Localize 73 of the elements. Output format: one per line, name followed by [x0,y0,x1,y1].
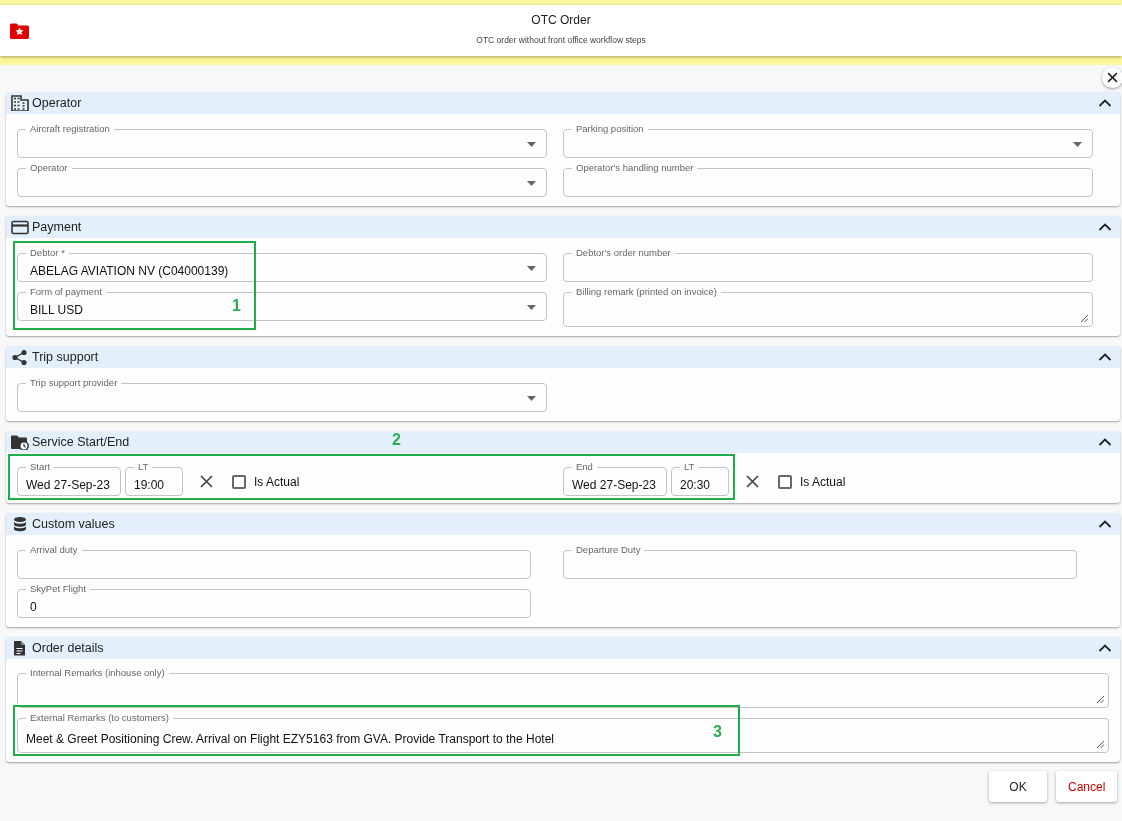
field-label: End [572,461,597,473]
field-label: Departure Duty [572,544,645,556]
field-label: LT [680,461,699,473]
field-label: Billing remark (printed on invoice) [572,286,721,298]
chevron-icon[interactable] [1098,519,1112,529]
caret-icon [527,305,536,310]
section-header[interactable]: Operator [6,92,1120,114]
close-icon [1107,72,1118,83]
field-value: Wed 27-Sep-23 [572,476,656,492]
field-label: Arrival duty [26,544,82,556]
chevron-icon[interactable] [1098,437,1112,447]
close-button[interactable] [1102,67,1122,88]
resize-grip-icon [1080,314,1088,322]
caret-icon [527,142,536,147]
ok-button[interactable]: OK [989,771,1047,802]
checkbox[interactable] [232,474,246,489]
field-label: Operator [26,162,72,174]
folder-clock-icon [11,434,29,450]
section-title: Order details [32,641,104,655]
field-value: 20:30 [680,476,711,492]
caret-icon [527,181,536,186]
share-icon [11,349,29,365]
building-icon [11,95,29,111]
field-label: Debtor * [26,247,69,259]
cancel-button[interactable]: Cancel [1056,771,1117,802]
resize-grip-icon [1096,740,1104,748]
clear-icon[interactable] [746,475,759,488]
field-label: LT [134,461,153,473]
field-label: Parking position [572,123,648,135]
field-label: Form of payment [26,286,106,298]
annotation-number: 3 [713,723,722,741]
annotation-number: 2 [392,431,401,449]
checkbox-label: Is Actual [254,474,300,489]
section-title: Payment [32,220,82,234]
chevron-icon[interactable] [1098,352,1112,362]
chevron-icon[interactable] [1098,98,1112,108]
field-value: ABELAG AVIATION NV (C04000139) [29,262,229,278]
chevron-icon[interactable] [1098,643,1112,653]
field-label: Trip support provider [26,377,122,389]
credit-card-icon [11,219,29,235]
field-value: 19:00 [134,476,165,492]
field-value: Wed 27-Sep-23 [26,476,110,492]
clear-icon[interactable] [200,475,213,488]
field-label: Operator's handling number [572,162,698,174]
field-value: 0 [29,598,37,614]
annotation-number: 1 [232,297,241,315]
field-label: Start [26,461,55,473]
field-value: BILL USD [29,301,83,317]
checkbox[interactable] [778,474,792,489]
field-label: External Remarks (to customers) [26,712,173,724]
section-title: Trip support [32,350,99,364]
dialog-subtitle: OTC order without front office workflow steps [476,35,646,45]
section-title: Service Start/End [32,435,130,449]
caret-icon [527,396,536,401]
section-header[interactable]: Custom values [6,513,1120,535]
caret-icon [527,266,536,271]
field-value: Meet & Greet Positioning Crew. Arrival on Flight EZY5163 from GVA. Provide Transport to the Hotel [26,730,554,746]
field-label: SkyPet Flight [26,583,90,595]
section-title: Operator [32,96,82,110]
field-label: Debtor's order number [572,247,675,259]
chevron-icon[interactable] [1098,222,1112,232]
section-header[interactable]: Trip support [6,346,1120,368]
database-icon [11,516,29,532]
section-header[interactable]: Order details [6,637,1120,659]
folder-star-icon [10,22,29,39]
dialog-title: OTC Order [531,13,591,27]
field-label: Aircraft registration [26,123,114,135]
section-title: Custom values [32,517,115,531]
section-header[interactable]: Payment [6,216,1120,238]
caret-icon [1073,142,1082,147]
field-label: Internal Remarks (inhouse only) [26,667,169,679]
resize-grip-icon [1096,695,1104,703]
checkbox-label: Is Actual [800,474,846,489]
